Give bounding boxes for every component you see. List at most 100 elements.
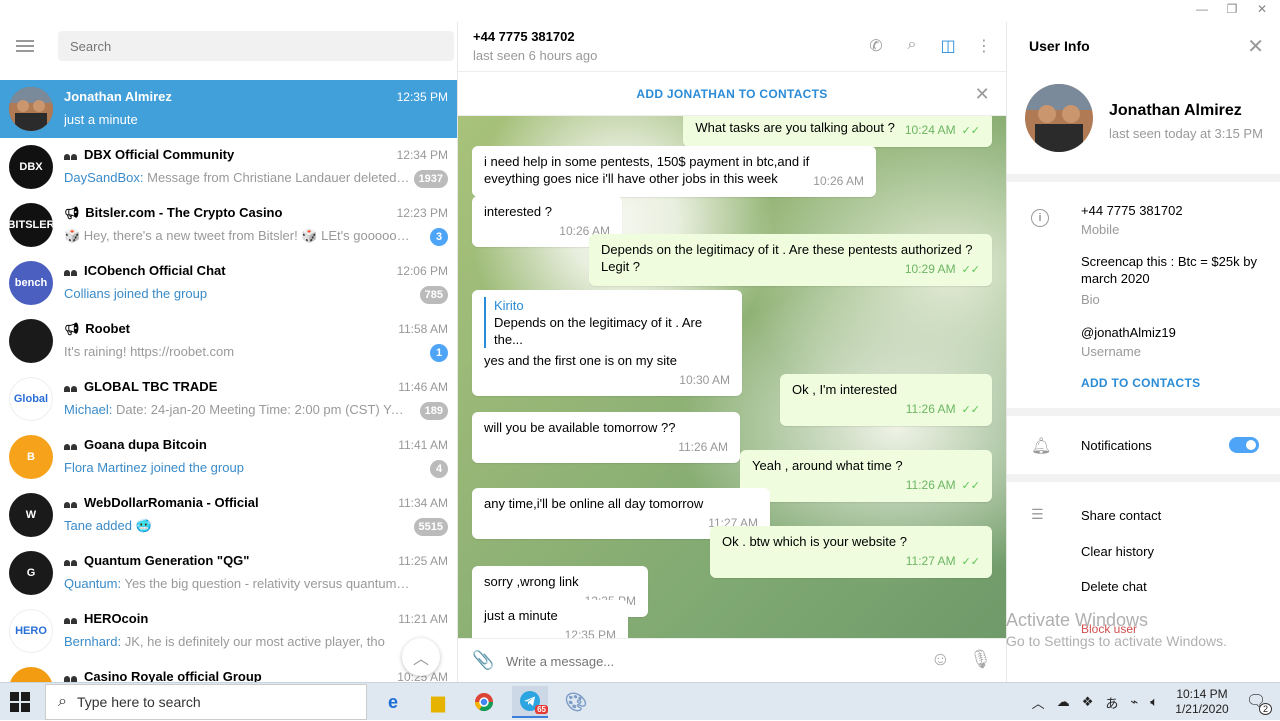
dropbox-icon[interactable]: ❖ [1082,694,1094,710]
clock[interactable]: 10:14 PM 1/21/2020 [1170,687,1234,717]
chrome-icon[interactable] [466,686,502,718]
message-time: 12:35 PM [564,628,616,638]
chat-time: 11:58 AM [398,322,448,336]
group-icon [64,440,78,450]
group-icon [64,672,78,682]
chat-preview: It's raining! https://roobet.com [64,344,410,359]
read-checkmark-icon: ✓✓ [961,264,980,276]
notifications-label: Notifications [1081,438,1152,453]
windows-start-icon[interactable] [10,692,30,712]
chat-name: DBX Official Community [84,147,235,162]
clear-history-button[interactable]: Clear history [1081,544,1154,559]
unread-badge: 1 [430,344,448,362]
chat-preview: 🎲 Hey, there's a new tweet from Bitsler!… [64,228,410,244]
phone-value[interactable]: +44 7775 381702 [1081,202,1261,219]
outgoing-message[interactable]: Ok . btw which is your website ? 11:27 AM… [710,526,992,578]
close-icon[interactable]: ✕ [1247,34,1264,59]
message-time: 10:30 AM [679,373,730,387]
onedrive-icon[interactable]: ☁ [1057,694,1070,710]
add-to-contacts-link[interactable]: ADD JONATHAN TO CONTACTS [636,87,827,101]
search-icon[interactable]: ⌕ [902,36,922,56]
incoming-message[interactable]: i need help in some pentests, 150$ payme… [472,146,876,197]
read-checkmark-icon: ✓✓ [961,556,980,568]
message-input[interactable] [504,649,904,673]
taskbar: ⌕ Type here to search e ▆ 65 🎨︎ ︿ ☁ ❖ あ … [0,682,1280,720]
restore-icon[interactable]: ❐ [1222,2,1242,16]
unread-badge: 3 [430,228,448,246]
incoming-message[interactable]: Kirito Depends on the legitimacy of it . … [472,290,742,396]
divider [1007,174,1280,182]
chat-list-item[interactable]: bench ICObench Official Chat 12:06 PM Colli… [0,254,457,312]
avatar[interactable] [1025,84,1093,152]
outgoing-message[interactable]: Yeah , around what time ? 11:26 AM ✓✓ [740,450,992,502]
outgoing-message[interactable]: Depends on the legitimacy of it . Are th… [589,234,992,286]
chat-preview: DaySandBox: Message from Christiane Land… [64,170,410,185]
chat-list-item[interactable]: Jonathan Almirez 12:35 PM just a minute [0,80,457,138]
chat-name: ICObench Official Chat [84,263,226,278]
conversation-title[interactable]: +44 7775 381702 [473,29,575,44]
preview-text: Tane added 🥶 [64,518,152,533]
volume-icon[interactable]: 🔈︎ [1150,694,1158,710]
paint-icon[interactable]: 🎨︎ [558,686,594,718]
info-icon: i [1031,209,1049,227]
close-icon[interactable]: ✕ [975,84,990,105]
sidebar-toggle-icon[interactable]: ◫ [938,36,958,56]
chat-list-item[interactable]: B Goana dupa Bitcoin 11:41 AM Flora Martine… [0,428,457,486]
chat-name: Casino Royale official Group [84,669,262,682]
chevron-up-icon[interactable]: ︿ [1032,693,1045,712]
avatar: W [9,493,53,537]
message-text: yes and the first one is on my site [484,353,677,368]
file-explorer-icon[interactable]: ▆ [420,686,456,718]
chat-title: Jonathan Almirez [64,89,172,104]
username-value[interactable]: @jonathAlmiz19 [1081,324,1261,341]
bio-value[interactable]: Screencap this : Btc = $25k by march 202… [1081,253,1261,287]
message-text: interested ? [484,204,552,219]
add-to-contacts-button[interactable]: ADD TO CONTACTS [1081,376,1200,390]
chat-list-item[interactable]: HERO HEROcoin 11:21 AM Bernhard: JK, he is … [0,602,457,660]
preview-text: JK, he is definitely our most active pla… [124,634,385,649]
chat-list-item[interactable]: 📢︎ Roobet 11:58 AM It's raining! https://ro… [0,312,457,370]
phone-icon[interactable]: ✆ [866,36,886,56]
incoming-message[interactable]: will you be available tomorrow ?? 11:26 A… [472,412,740,463]
chat-list-item[interactable]: Global GLOBAL TBC TRADE 11:46 AM Michael: D… [0,370,457,428]
ime-icon[interactable]: あ [1105,693,1118,712]
chat-list-item[interactable]: W WebDollarRomania - Official 11:34 AM Tane… [0,486,457,544]
delete-chat-button[interactable]: Delete chat [1081,579,1147,594]
network-icon[interactable]: ⌁ [1130,694,1138,710]
emoji-icon[interactable]: ☺ [931,649,950,671]
reply-quote[interactable]: Kirito Depends on the legitimacy of it . … [484,297,730,348]
chat-preview: Quantum: Yes the big question - relativi… [64,576,410,591]
chat-title: Casino Royale official Group [64,669,262,682]
chat-list-item[interactable]: G Quantum Generation "QG" 11:25 AM Quantum:… [0,544,457,602]
scroll-up-button[interactable]: ︿ [402,638,440,676]
chat-list-item[interactable]: DBX DBX Official Community 12:34 PM DaySand… [0,138,457,196]
chat-list-item[interactable]: Casino Royale official Group 10:25 AM [0,660,457,682]
activate-windows-watermark: Activate Windows Go to Settings to activ… [1006,610,1227,652]
chat-name: Quantum Generation "QG" [84,553,250,568]
more-icon[interactable]: ⋮ [974,36,994,56]
search-input[interactable] [58,31,454,61]
chat-name: Roobet [85,321,131,336]
window-titlebar: — ❐ ✕ [0,0,1280,22]
message-area: What tasks are you talking about ? 10:24 … [458,116,1006,638]
telegram-icon[interactable]: 65 [512,686,548,718]
microphone-icon[interactable]: 🎙 [969,649,992,670]
attach-icon[interactable]: 📎 [472,650,494,671]
close-window-icon[interactable]: ✕ [1252,2,1272,16]
watermark-subtitle: Go to Settings to activate Windows. [1006,633,1227,649]
outgoing-message[interactable]: Ok , I'm interested 11:26 AM ✓✓ [780,374,992,426]
group-icon [64,266,78,276]
incoming-message[interactable]: just a minute 12:35 PM [472,600,628,638]
reply-text: Depends on the legitimacy of it . Are th… [494,315,703,347]
action-center-icon[interactable]: 🗨︎ 2 [1246,691,1272,715]
outgoing-message[interactable]: What tasks are you talking about ? 10:24 … [683,116,992,147]
group-icon [64,498,78,508]
minimize-icon[interactable]: — [1192,2,1212,16]
menu-icon[interactable] [16,40,34,52]
share-contact-button[interactable]: Share contact [1081,508,1161,523]
chat-list-item[interactable]: BITSLER 📢︎ Bitsler.com - The Crypto Casino… [0,196,457,254]
edge-icon[interactable]: e [375,686,411,718]
add-to-contacts-bar[interactable]: ADD JONATHAN TO CONTACTS ✕ [458,72,1006,116]
notifications-toggle[interactable] [1229,437,1259,453]
taskbar-search[interactable]: ⌕ Type here to search [45,684,367,720]
